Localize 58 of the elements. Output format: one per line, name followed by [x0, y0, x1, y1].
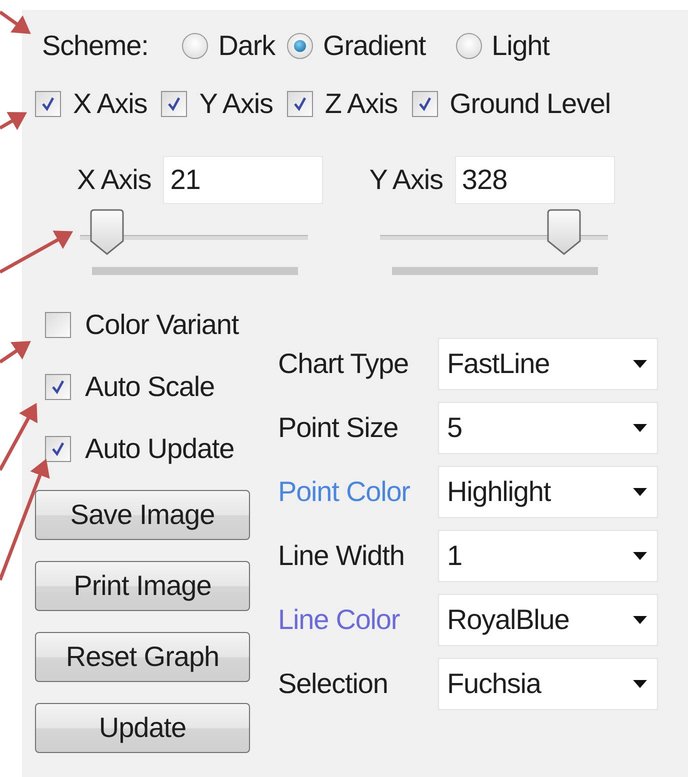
checkbox[interactable]: [45, 312, 71, 338]
action-button[interactable]: Save Image: [35, 490, 250, 540]
checkbox-label[interactable]: Y Axis: [199, 88, 273, 120]
checkbox[interactable]: [286, 91, 313, 117]
checkbox[interactable]: [45, 436, 71, 462]
check-icon: [166, 96, 182, 112]
setting-label: Line Color: [278, 604, 401, 636]
caret-icon: [633, 680, 647, 688]
action-button[interactable]: Update: [35, 703, 250, 753]
action-button[interactable]: Reset Graph: [35, 632, 250, 682]
annotation-arrow: [0, 10, 31, 34]
checkbox-label[interactable]: X Axis: [73, 88, 148, 120]
caret-icon: [633, 488, 647, 496]
caret-icon: [633, 360, 647, 368]
setting-label: Chart Type: [278, 348, 410, 380]
axis-input[interactable]: 328: [454, 156, 615, 204]
dropdown[interactable]: 5: [438, 402, 658, 454]
radio-button[interactable]: [182, 33, 208, 59]
caret-icon: [633, 552, 647, 560]
setting-label: Point Color: [278, 476, 411, 508]
checkbox-label[interactable]: Ground Level: [450, 88, 610, 120]
setting-label: Point Size: [278, 412, 400, 444]
dropdown[interactable]: RoyalBlue: [438, 594, 658, 646]
check-icon: [50, 379, 66, 395]
setting-label: Selection: [278, 668, 389, 700]
checkbox-label[interactable]: Z Axis: [324, 88, 398, 120]
caret-icon: [633, 424, 647, 432]
checkbox-label[interactable]: Auto Update: [85, 433, 234, 465]
checkbox-label[interactable]: Auto Scale: [85, 371, 214, 403]
checkbox[interactable]: [161, 91, 188, 117]
slider-thumb[interactable]: [90, 209, 124, 255]
checkbox[interactable]: [45, 374, 71, 400]
annotation-arrow: [0, 112, 28, 130]
axis-label: Y Axis: [369, 164, 443, 196]
axis-input[interactable]: 21: [163, 156, 324, 204]
radio-option[interactable]: Dark: [182, 30, 276, 62]
dropdown[interactable]: FastLine: [438, 338, 658, 390]
check-icon: [40, 96, 56, 112]
checkbox-label[interactable]: Color Variant: [85, 309, 239, 341]
axis-label: X Axis: [77, 164, 152, 196]
check-icon: [292, 96, 308, 112]
checkbox[interactable]: [35, 91, 61, 117]
radio-button[interactable]: [456, 33, 482, 59]
setting-label: Line Width: [278, 540, 406, 572]
radio-button[interactable]: [287, 33, 314, 59]
caret-icon: [633, 616, 647, 624]
annotation-arrow: [0, 341, 31, 364]
check-icon: [50, 441, 66, 457]
check-icon: [416, 96, 433, 112]
action-button[interactable]: Print Image: [35, 561, 250, 611]
radio-option[interactable]: Light: [456, 30, 550, 62]
dropdown[interactable]: Fuchsia: [438, 658, 658, 710]
scheme-label: Scheme:: [42, 30, 148, 62]
slider-thumb[interactable]: [546, 209, 581, 255]
radio-option[interactable]: Gradient: [287, 30, 426, 62]
dropdown[interactable]: 1: [438, 530, 658, 582]
checkbox[interactable]: [412, 91, 438, 117]
dropdown[interactable]: Highlight: [438, 466, 658, 518]
